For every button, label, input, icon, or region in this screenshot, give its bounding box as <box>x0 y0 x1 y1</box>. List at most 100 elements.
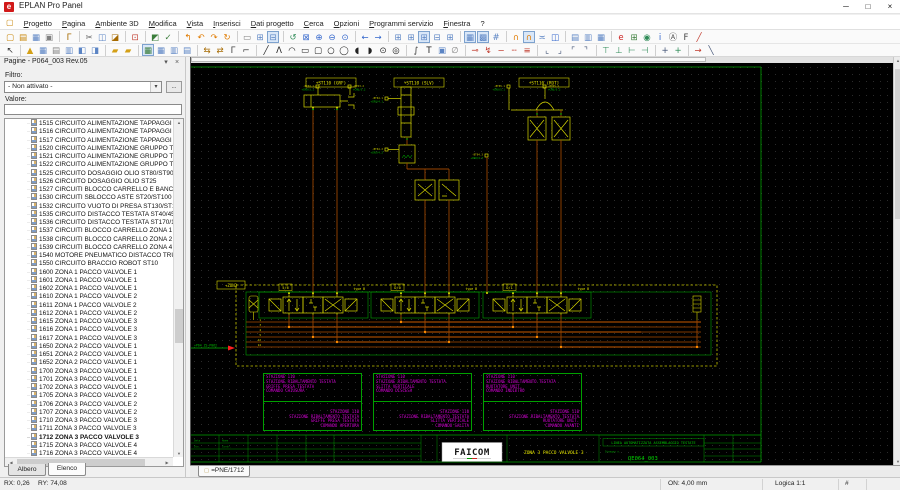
page-item-1601[interactable]: ┄ 1601 ZONA 1 PACCO VALVOLE 1 <box>5 275 173 284</box>
draw-spline-icon[interactable]: ∫ <box>410 44 422 56</box>
snap-grid-5-icon[interactable]: ⊞ <box>444 31 456 43</box>
stretch-tool-icon[interactable]: ⇄ <box>214 44 226 56</box>
device-grid-2-icon[interactable]: ▦ <box>155 44 167 56</box>
edit-properties-icon[interactable]: ╱ <box>693 31 705 43</box>
t-node-right-icon[interactable]: ⊢ <box>626 44 638 56</box>
t-node-left-icon[interactable]: ⊣ <box>639 44 651 56</box>
connection-break-icon[interactable]: ↯ <box>482 44 494 56</box>
page-item-1707[interactable]: ┄ 1707 ZONA 3 PACCO VALVOLE 2 <box>5 407 173 416</box>
page-item-1610[interactable]: ┄ 1610 ZONA 1 PACCO VALVOLE 2 <box>5 292 173 300</box>
page-item-1615[interactable]: ┄ 1615 ZONA 1 PACCO VALVOLE 3 <box>5 317 173 325</box>
page-item-1530[interactable]: ┄ 1530 CIRCUITI SBLOCCO ASTE ST20/ST100 <box>5 193 173 201</box>
device-grid-3-icon[interactable]: ▥ <box>168 44 180 56</box>
page-item-1701[interactable]: ┄ 1701 ZONA 3 PACCO VALVOLE 1 <box>5 374 173 383</box>
assign-format-icon[interactable]: ✓ <box>162 31 174 43</box>
valve-symbol-3[interactable] <box>492 294 582 316</box>
paste-icon[interactable]: ◪ <box>109 31 121 43</box>
increment-input-icon[interactable]: ◫ <box>549 31 561 43</box>
dimension-v-icon[interactable]: ⌐ <box>240 44 252 56</box>
graphical-preview-icon[interactable]: ⊞ <box>628 31 640 43</box>
page-item-1517[interactable]: ┄ 1517 CIRCUITO ALIMENTAZIONE TAPPAGGI ST… <box>5 135 173 144</box>
maximize-button[interactable]: □ <box>858 0 878 13</box>
zoom-in-icon[interactable]: ⊕ <box>313 31 325 43</box>
interruption-point-target-icon[interactable]: + <box>672 44 684 56</box>
dimension-h-icon[interactable]: Γ <box>227 44 239 56</box>
actuator-group-gripper[interactable]: +ST110 (GRF) <box>303 77 357 109</box>
page-item-1651[interactable]: ┄ 1651 ZONA 2 PACCO VALVOLE 1 <box>5 350 173 358</box>
report-pages-icon[interactable]: ▤ <box>569 31 581 43</box>
page-item-1652[interactable]: ┄ 1652 ZONA 2 PACCO VALVOLE 1 <box>5 358 173 366</box>
page-item-1650[interactable]: ┄ 1650 ZONA 2 PACCO VALVOLE 1 <box>5 341 173 350</box>
page-item-1612[interactable]: ┄ 1612 ZONA 1 PACCO VALVOLE 2 <box>5 308 173 317</box>
3d-cabinet-icon[interactable]: ▦ <box>37 44 49 56</box>
page-item-1715[interactable]: ┄ 1715 ZONA 3 PACCO VALVOLE 4 <box>5 440 173 449</box>
draw-arc-left-icon[interactable]: ◖ <box>351 44 363 56</box>
corner-upper-right-icon[interactable]: ⌝ <box>580 44 592 56</box>
scroll-down-icon[interactable]: ▼ <box>893 459 900 464</box>
page-item-1700[interactable]: ┄ 1700 ZONA 3 PACCO VALVOLE 1 <box>5 366 173 375</box>
3d-rail-icon[interactable]: ▥ <box>63 44 75 56</box>
zoom-out-icon[interactable]: ⊖ <box>326 31 338 43</box>
draw-sector-icon[interactable]: ◎ <box>390 44 402 56</box>
tab-elenco[interactable]: Elenco <box>48 463 86 476</box>
move-tool-icon[interactable]: ⇆ <box>201 44 213 56</box>
draw-rounded-rectangle-icon[interactable]: ▢ <box>312 44 324 56</box>
start-application-icon[interactable]: ◉ <box>641 31 653 43</box>
draw-line-icon[interactable]: ╱ <box>260 44 272 56</box>
new-page-icon[interactable]: ▢ <box>6 18 14 27</box>
device-grid-4-icon[interactable]: ▤ <box>181 44 193 56</box>
filter-dropdown[interactable]: - Non attivato - ▾ <box>4 81 162 93</box>
t-node-down-icon[interactable]: ⊤ <box>600 44 612 56</box>
coordinate-input-icon[interactable]: ≍ <box>536 31 548 43</box>
potential-line-icon[interactable]: ≡ <box>521 44 533 56</box>
insert-text-icon[interactable]: T <box>423 44 435 56</box>
page-item-1711[interactable]: ┄ 1711 ZONA 3 PACCO VALVOLE 3 <box>5 424 173 432</box>
page-item-1516[interactable]: ┄ 1516 CIRCUITO ALIMENTAZIONE TAPPAGGI ST… <box>5 127 173 135</box>
eplan-browser-icon[interactable]: e <box>615 31 627 43</box>
page-item-1705[interactable]: ┄ 1705 ZONA 3 PACCO VALVOLE 2 <box>5 391 173 399</box>
t-node-up-icon[interactable]: ⊥ <box>613 44 625 56</box>
tab-albero[interactable]: Albero <box>8 464 46 476</box>
snap-grid-1-icon[interactable]: ⊞ <box>392 31 404 43</box>
page-item-1550[interactable]: ┄ 1550 CIRCUITO BRACCIO ROBOT ST10 <box>5 259 173 267</box>
canvas-vertical-scrollbar[interactable]: ▲ ▼ <box>893 57 900 465</box>
page-forward-icon[interactable]: → <box>372 31 384 43</box>
3d-mounting-panel-icon[interactable]: ▤ <box>50 44 62 56</box>
connection-line-icon[interactable]: − <box>495 44 507 56</box>
object-snap-icon[interactable]: # <box>490 31 502 43</box>
function-key-icon[interactable]: F <box>680 31 692 43</box>
layer-b-icon[interactable]: ▰ <box>122 44 134 56</box>
print-icon[interactable]: ▣ <box>43 31 55 43</box>
scroll-up-icon[interactable]: ▲ <box>893 58 900 63</box>
page-item-1536[interactable]: ┄ 1536 CIRCUITO DISTACCO TESTATA ST170/17… <box>5 218 173 226</box>
close-button[interactable]: × <box>880 0 900 13</box>
scrollbar-thumb[interactable] <box>895 69 900 219</box>
panel-close-icon[interactable]: × <box>172 57 182 69</box>
corner-lower-left-icon[interactable]: ⌞ <box>541 44 553 56</box>
scroll-up-icon[interactable]: ▲ <box>174 120 184 125</box>
draw-arc-icon[interactable]: ◠ <box>286 44 298 56</box>
page-item-1716[interactable]: ┄ 1716 ZONA 3 PACCO VALVOLE 4 <box>5 449 173 457</box>
draw-rectangle-icon[interactable]: ▭ <box>299 44 311 56</box>
draw-polyline-icon[interactable]: Λ <box>273 44 285 56</box>
redo-icon[interactable]: ↷ <box>208 31 220 43</box>
grid-display-icon[interactable]: ▦ <box>464 30 476 43</box>
valve-symbol-2[interactable] <box>380 294 470 316</box>
workbook-view-icon[interactable]: ⊟ <box>267 30 279 43</box>
format-paintbrush-icon[interactable]: ◩ <box>149 31 161 43</box>
draw-circle-radius-icon[interactable]: ◯ <box>338 44 350 56</box>
page-item-1521[interactable]: ┄ 1521 CIRCUITO ALIMENTAZIONE GRUPPO TEST… <box>5 152 173 160</box>
drawing-canvas[interactable]: Data Nome Dis. Contr. FAICOM ZONA 3 PACC… <box>190 57 894 465</box>
page-item-1522[interactable]: ┄ 1522 CIRCUITO ALIMENTAZIONE GRUPPO TEST… <box>5 160 173 168</box>
diagonal-connection-icon[interactable]: ╲ <box>705 44 717 56</box>
device-grid-1-icon[interactable]: ▦ <box>142 44 154 56</box>
connection-arrow-icon[interactable]: → <box>692 44 704 56</box>
draw-circle-icon[interactable]: ○ <box>325 44 337 56</box>
arc-mode-alt-icon[interactable]: ∩ <box>523 30 535 43</box>
new-page-icon[interactable]: ▢ <box>4 31 16 43</box>
3d-view-front-icon[interactable]: ◧ <box>76 44 88 56</box>
page-item-1527[interactable]: ┄ 1527 CIRCUITI BLOCCO CARRELLO E BANCALE… <box>5 185 173 193</box>
3d-navigate-icon[interactable]: ▲ <box>24 44 36 56</box>
undo-icon[interactable]: ↶ <box>195 31 207 43</box>
scrollbar-thumb[interactable] <box>191 57 706 62</box>
